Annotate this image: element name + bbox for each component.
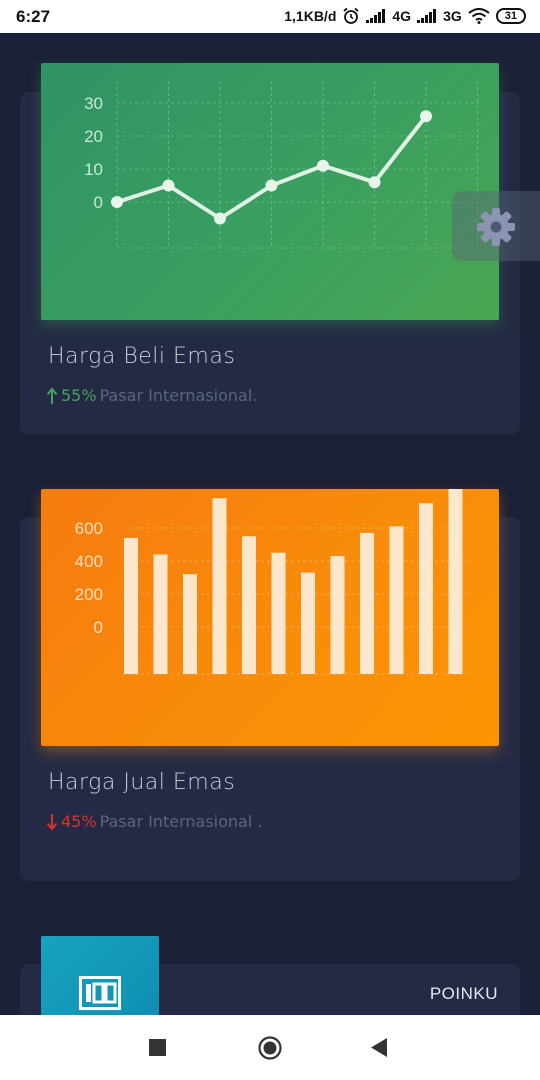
bar	[448, 489, 463, 674]
gear-icon	[477, 208, 515, 246]
bar	[389, 526, 404, 674]
signal-icon-2	[417, 9, 437, 23]
bar	[124, 537, 138, 674]
bar	[212, 498, 227, 674]
y-tick-label: 600	[75, 519, 103, 538]
battery-icon: 31	[495, 8, 526, 24]
status-time: 6:27	[16, 7, 51, 26]
buy-price-subtitle: 55% Pasar Internasional.	[46, 386, 257, 405]
status-bar: 6:27 1,1KB/d 4G 3G 31	[0, 0, 540, 33]
bar	[360, 532, 374, 674]
bar	[153, 554, 168, 674]
alarm-icon	[343, 7, 359, 24]
nav-bar	[0, 1015, 540, 1080]
home-icon[interactable]	[258, 1036, 282, 1060]
data-point	[214, 212, 226, 225]
bar	[271, 552, 286, 674]
buy-price-title: Harga Beli Emas	[48, 344, 236, 369]
back-icon[interactable]	[370, 1038, 388, 1057]
recent-apps-icon[interactable]	[149, 1039, 166, 1056]
y-tick-label: 200	[75, 585, 103, 604]
sell-price-chart-panel: 600 400 200 0	[41, 489, 499, 746]
network-type-1: 4G	[392, 8, 412, 24]
bar	[330, 556, 345, 674]
sell-price-bar-chart: 600 400 200 0	[75, 489, 471, 675]
sell-price-percent: 45%	[61, 812, 97, 831]
bar	[242, 536, 256, 674]
data-point	[162, 179, 175, 192]
data-point	[368, 176, 381, 189]
sell-price-title: Harga Jual Emas	[48, 770, 236, 795]
bar	[183, 574, 197, 674]
bar	[419, 503, 433, 674]
y-tick-label: 400	[75, 552, 103, 571]
points-icon-box	[41, 936, 159, 1016]
buy-price-line-chart: 30 20 10 0	[84, 81, 479, 249]
100-points-icon	[79, 976, 121, 1010]
signal-icon-1	[366, 9, 386, 23]
arrow-up-icon	[46, 386, 58, 404]
y-tick-label: 0	[94, 618, 103, 637]
y-tick-label: 0	[94, 193, 103, 212]
net-speed: 1,1KB/d	[284, 8, 337, 24]
data-point	[420, 110, 432, 123]
points-label[interactable]: POINKU	[430, 984, 498, 1004]
buy-price-chart-panel: 30 20 10 0	[41, 63, 499, 320]
y-tick-label: 30	[84, 94, 103, 113]
network-type-2: 3G	[443, 8, 462, 24]
data-point	[317, 159, 329, 172]
wifi-icon	[468, 8, 490, 24]
y-tick-label: 20	[84, 127, 103, 146]
sell-price-subtitle: 45% Pasar Internasional .	[46, 812, 262, 831]
bar	[301, 572, 315, 674]
data-point	[265, 179, 278, 192]
arrow-down-icon	[46, 813, 58, 831]
buy-price-percent: 55%	[61, 386, 97, 405]
y-tick-label: 10	[84, 160, 103, 179]
sell-price-caption: Pasar Internasional .	[99, 812, 263, 831]
data-point	[111, 196, 123, 208]
settings-button[interactable]	[452, 191, 540, 261]
buy-price-caption: Pasar Internasional.	[99, 386, 258, 405]
status-icons: 1,1KB/d 4G 3G 31	[284, 7, 526, 25]
